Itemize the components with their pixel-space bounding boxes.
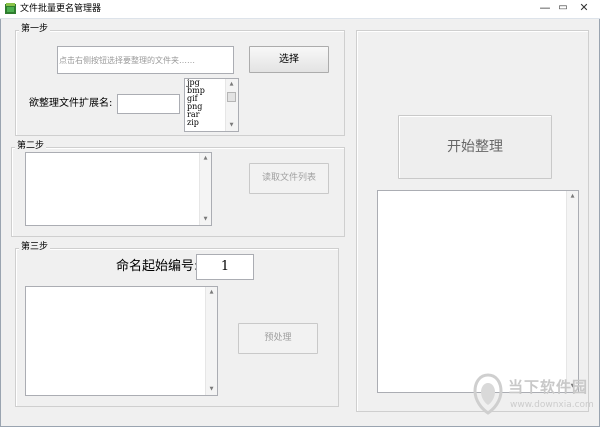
- file-list-textarea[interactable]: ▲ ▼: [25, 152, 212, 226]
- scroll-down-arrow-icon[interactable]: ▼: [200, 214, 211, 225]
- select-folder-button[interactable]: 选择: [249, 46, 329, 73]
- extension-label: 欲整理文件扩展名:: [29, 98, 113, 109]
- close-button[interactable]: ✕: [570, 1, 598, 15]
- app-icon: [5, 3, 16, 14]
- step2-legend: 第二步: [15, 141, 47, 152]
- preview-textarea[interactable]: ▲ ▼: [25, 286, 218, 396]
- step3-legend: 第三步: [19, 242, 51, 253]
- preprocess-button[interactable]: 预处理: [238, 323, 318, 354]
- start-organize-button[interactable]: 开始整理: [398, 115, 552, 179]
- result-log-scrollbar[interactable]: ▲ ▼: [566, 191, 578, 392]
- scroll-down-arrow-icon[interactable]: ▼: [206, 384, 217, 395]
- folder-path-placeholder: 点击右侧按钮选择要整理的文件夹……: [59, 56, 195, 65]
- watermark-url: www.downxia.com: [510, 400, 594, 410]
- file-list-scrollbar[interactable]: ▲ ▼: [199, 153, 211, 225]
- watermark-name: 当下软件园: [508, 378, 589, 396]
- step1-legend: 第一步: [19, 24, 51, 35]
- scroll-up-arrow-icon[interactable]: ▲: [226, 79, 237, 90]
- preview-scrollbar[interactable]: ▲ ▼: [205, 287, 217, 395]
- scroll-down-arrow-icon[interactable]: ▼: [226, 120, 237, 131]
- scroll-up-arrow-icon[interactable]: ▲: [567, 191, 578, 202]
- window-title: 文件批量更名管理器: [20, 4, 102, 14]
- result-log-textarea[interactable]: ▲ ▼: [377, 190, 579, 393]
- scroll-up-arrow-icon[interactable]: ▲: [206, 287, 217, 298]
- extension-list-scrollbar[interactable]: ▲ ▼: [225, 79, 238, 131]
- start-number-input[interactable]: 1: [196, 254, 254, 280]
- extension-input[interactable]: [117, 94, 180, 114]
- read-file-list-button[interactable]: 读取文件列表: [249, 163, 329, 194]
- minimize-button[interactable]: —: [534, 1, 556, 15]
- watermark-logo-icon: [473, 373, 503, 415]
- folder-path-input[interactable]: 点击右侧按钮选择要整理的文件夹……: [57, 46, 234, 74]
- start-number-label: 命名起始编号:: [116, 259, 199, 274]
- extension-listbox[interactable]: jpg bmp gif png rar zip ▲ ▼: [184, 78, 239, 132]
- scroll-up-arrow-icon[interactable]: ▲: [200, 153, 211, 164]
- scroll-thumb[interactable]: [227, 92, 236, 102]
